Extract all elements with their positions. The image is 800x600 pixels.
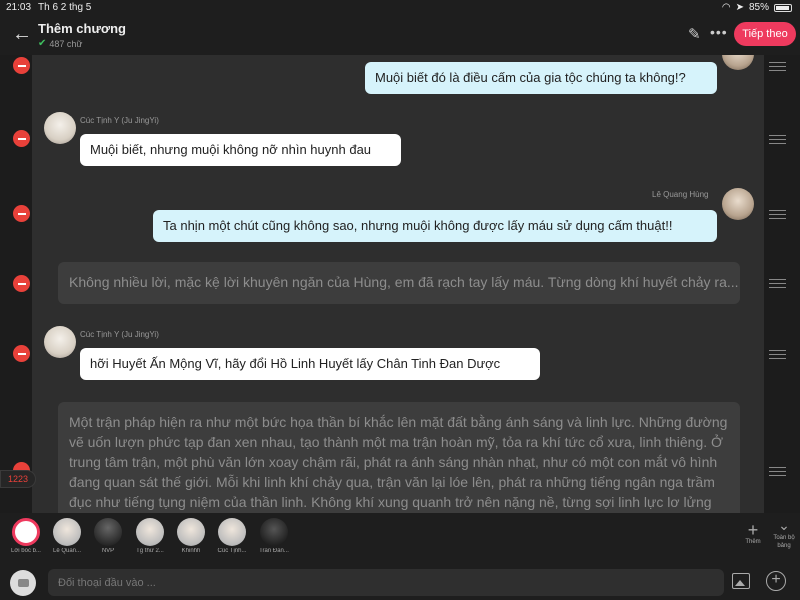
speaker-name: Cúc Tịnh Y (Ju JingYi) bbox=[80, 116, 159, 125]
top-header: ← Thêm chương ✔ 487 chữ ✎ ••• Tiếp theo bbox=[0, 15, 800, 55]
message-bubble[interactable]: Ta nhịn một chút cũng không sao, nhưng m… bbox=[153, 210, 717, 242]
message-bubble[interactable]: hỡi Huyết Ấn Mộng Vĩ, hãy đổi Hồ Linh Hu… bbox=[80, 348, 540, 380]
word-counter-badge: 1223 bbox=[0, 470, 36, 488]
next-button[interactable]: Tiếp theo bbox=[734, 22, 796, 46]
character-item[interactable]: Trần Đăn... bbox=[254, 518, 294, 554]
status-right: ◠ ➤ 85% bbox=[722, 2, 792, 13]
status-date: Th 6 2 thg 5 bbox=[38, 2, 92, 13]
drag-handle-icon[interactable] bbox=[769, 467, 786, 476]
more-icon[interactable]: ••• bbox=[710, 24, 728, 40]
status-bar: 21:03 Th 6 2 thg 5 ◠ ➤ 85% bbox=[0, 0, 800, 15]
avatar bbox=[136, 518, 164, 546]
delete-icon[interactable] bbox=[13, 345, 30, 362]
avatar bbox=[53, 518, 81, 546]
character-name: Lê Quan... bbox=[52, 548, 82, 554]
check-icon: ✔ bbox=[38, 38, 47, 49]
delete-icon[interactable] bbox=[13, 130, 30, 147]
drag-handle-icon[interactable] bbox=[769, 279, 786, 288]
word-count-label: 487 chữ bbox=[49, 38, 83, 49]
avatar bbox=[44, 112, 76, 144]
plus-icon: + bbox=[747, 520, 759, 540]
pencil-icon[interactable]: ✎ bbox=[688, 25, 701, 43]
character-name: Khinhh bbox=[181, 548, 201, 554]
drag-handle-icon[interactable] bbox=[769, 350, 786, 359]
status-time: 21:03 bbox=[6, 2, 32, 13]
avatar bbox=[260, 518, 288, 546]
delete-icon[interactable] bbox=[13, 275, 30, 292]
character-item[interactable]: Cúc Tịnh... bbox=[212, 518, 252, 554]
battery-percent: 85% bbox=[748, 2, 769, 13]
image-icon[interactable] bbox=[732, 573, 750, 589]
avatar bbox=[218, 518, 246, 546]
show-all-label: Toàn bộ bảng bbox=[773, 535, 795, 549]
avatar bbox=[94, 518, 122, 546]
word-count: ✔ 487 chữ bbox=[38, 38, 82, 49]
character-bar: Lời bốc b... Lê Quan... NVP Tg thứ 2... … bbox=[0, 513, 800, 565]
avatar bbox=[177, 518, 205, 546]
avatar bbox=[44, 326, 76, 358]
character-item[interactable]: Lê Quan... bbox=[47, 518, 87, 554]
add-character-button[interactable]: + Thêm bbox=[742, 521, 764, 545]
add-label: Thêm bbox=[745, 539, 761, 545]
plus-circle-icon[interactable]: + bbox=[766, 571, 786, 591]
character-name: NVP bbox=[101, 548, 115, 554]
delete-icon[interactable] bbox=[13, 205, 30, 222]
battery-icon bbox=[774, 3, 792, 12]
speaker-name: Lê Quang Hùng bbox=[652, 190, 709, 199]
page-title: Thêm chương bbox=[38, 21, 126, 36]
character-item[interactable]: Khinhh bbox=[171, 518, 211, 554]
location-icon: ➤ bbox=[735, 2, 744, 13]
character-name: Tg thứ 2... bbox=[136, 548, 164, 554]
message-bubble[interactable]: Muội biết đó là điều cấm của gia tộc chú… bbox=[365, 62, 717, 94]
chat-content[interactable]: Muội biết đó là điều cấm của gia tộc chú… bbox=[0, 55, 800, 513]
chevron-down-icon: ⌄ bbox=[778, 517, 790, 533]
character-name: Lời bốc b... bbox=[11, 548, 41, 554]
message-mode-icon[interactable] bbox=[10, 570, 36, 596]
avatar bbox=[12, 518, 40, 546]
narration-block[interactable]: Một trận pháp hiện ra như một bức họa th… bbox=[58, 402, 740, 513]
drag-handle-icon[interactable] bbox=[769, 210, 786, 219]
character-name: Trần Đăn... bbox=[259, 548, 289, 554]
message-bubble[interactable]: Muội biết, nhưng muội không nỡ nhìn huyn… bbox=[80, 134, 401, 166]
drag-handle-icon[interactable] bbox=[769, 135, 786, 144]
character-item[interactable]: Lời bốc b... bbox=[6, 518, 46, 554]
character-item[interactable]: NVP bbox=[88, 518, 128, 554]
input-bar: + bbox=[0, 565, 800, 600]
dialogue-input[interactable] bbox=[48, 569, 724, 596]
delete-icon[interactable] bbox=[13, 57, 30, 74]
narration-block[interactable]: Không nhiều lời, mặc kệ lời khuyên ngăn … bbox=[58, 262, 740, 304]
arrow-left-icon[interactable]: ← bbox=[12, 23, 34, 45]
character-name: Cúc Tịnh... bbox=[217, 548, 247, 554]
show-all-button[interactable]: ⌄ Toàn bộ bảng bbox=[770, 517, 798, 550]
avatar bbox=[722, 188, 754, 220]
wifi-icon: ◠ bbox=[721, 2, 731, 13]
drag-handle-icon[interactable] bbox=[769, 62, 786, 71]
speaker-name: Cúc Tịnh Y (Ju JingYi) bbox=[80, 330, 159, 339]
character-item[interactable]: Tg thứ 2... bbox=[130, 518, 170, 554]
